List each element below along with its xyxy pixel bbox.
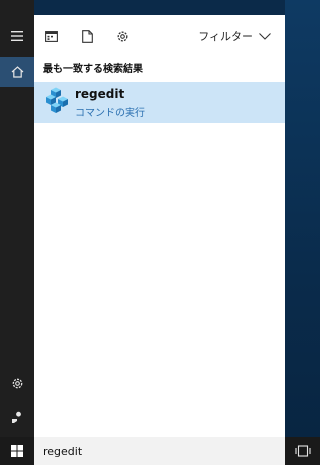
- filter-label: フィルター: [198, 30, 253, 43]
- apps-icon: [44, 30, 58, 42]
- document-icon: [81, 29, 93, 43]
- hamburger-menu-button[interactable]: [0, 21, 34, 51]
- gear-icon: [12, 378, 22, 388]
- search-input[interactable]: [43, 441, 273, 461]
- result-title: regedit: [75, 87, 125, 101]
- registry-editor-icon: [46, 87, 68, 113]
- chevron-down-icon: [259, 32, 271, 40]
- result-subtitle: コマンドの実行: [75, 108, 145, 119]
- gear-icon: [117, 31, 127, 41]
- hamburger-menu-icon: [11, 31, 23, 41]
- filter-dropdown[interactable]: フィルター: [198, 28, 271, 44]
- task-view-button[interactable]: [285, 437, 320, 465]
- desktop-background: [285, 0, 320, 465]
- apps-filter-button[interactable]: [42, 27, 60, 45]
- search-toolbar: フィルター: [34, 15, 285, 57]
- taskbar-search-box[interactable]: [34, 437, 285, 465]
- taskbar: [0, 437, 320, 465]
- windows-start-icon: [11, 445, 23, 457]
- best-match-result[interactable]: regedit コマンドの実行: [34, 82, 285, 123]
- feedback-button[interactable]: [0, 402, 34, 432]
- home-button[interactable]: [0, 57, 34, 87]
- user-feedback-icon: [12, 411, 21, 423]
- start-button[interactable]: [0, 437, 34, 465]
- settings-filter-button[interactable]: [113, 27, 131, 45]
- documents-filter-button[interactable]: [78, 27, 96, 45]
- best-match-heading: 最も一致する検索結果: [43, 64, 143, 75]
- search-results-panel: フィルター 最も一致する検索結果 regedit コマンドの実行: [34, 15, 285, 437]
- settings-button[interactable]: [0, 368, 34, 398]
- start-rail: [0, 0, 34, 437]
- task-view-icon: [294, 445, 311, 457]
- home-icon: [11, 66, 23, 78]
